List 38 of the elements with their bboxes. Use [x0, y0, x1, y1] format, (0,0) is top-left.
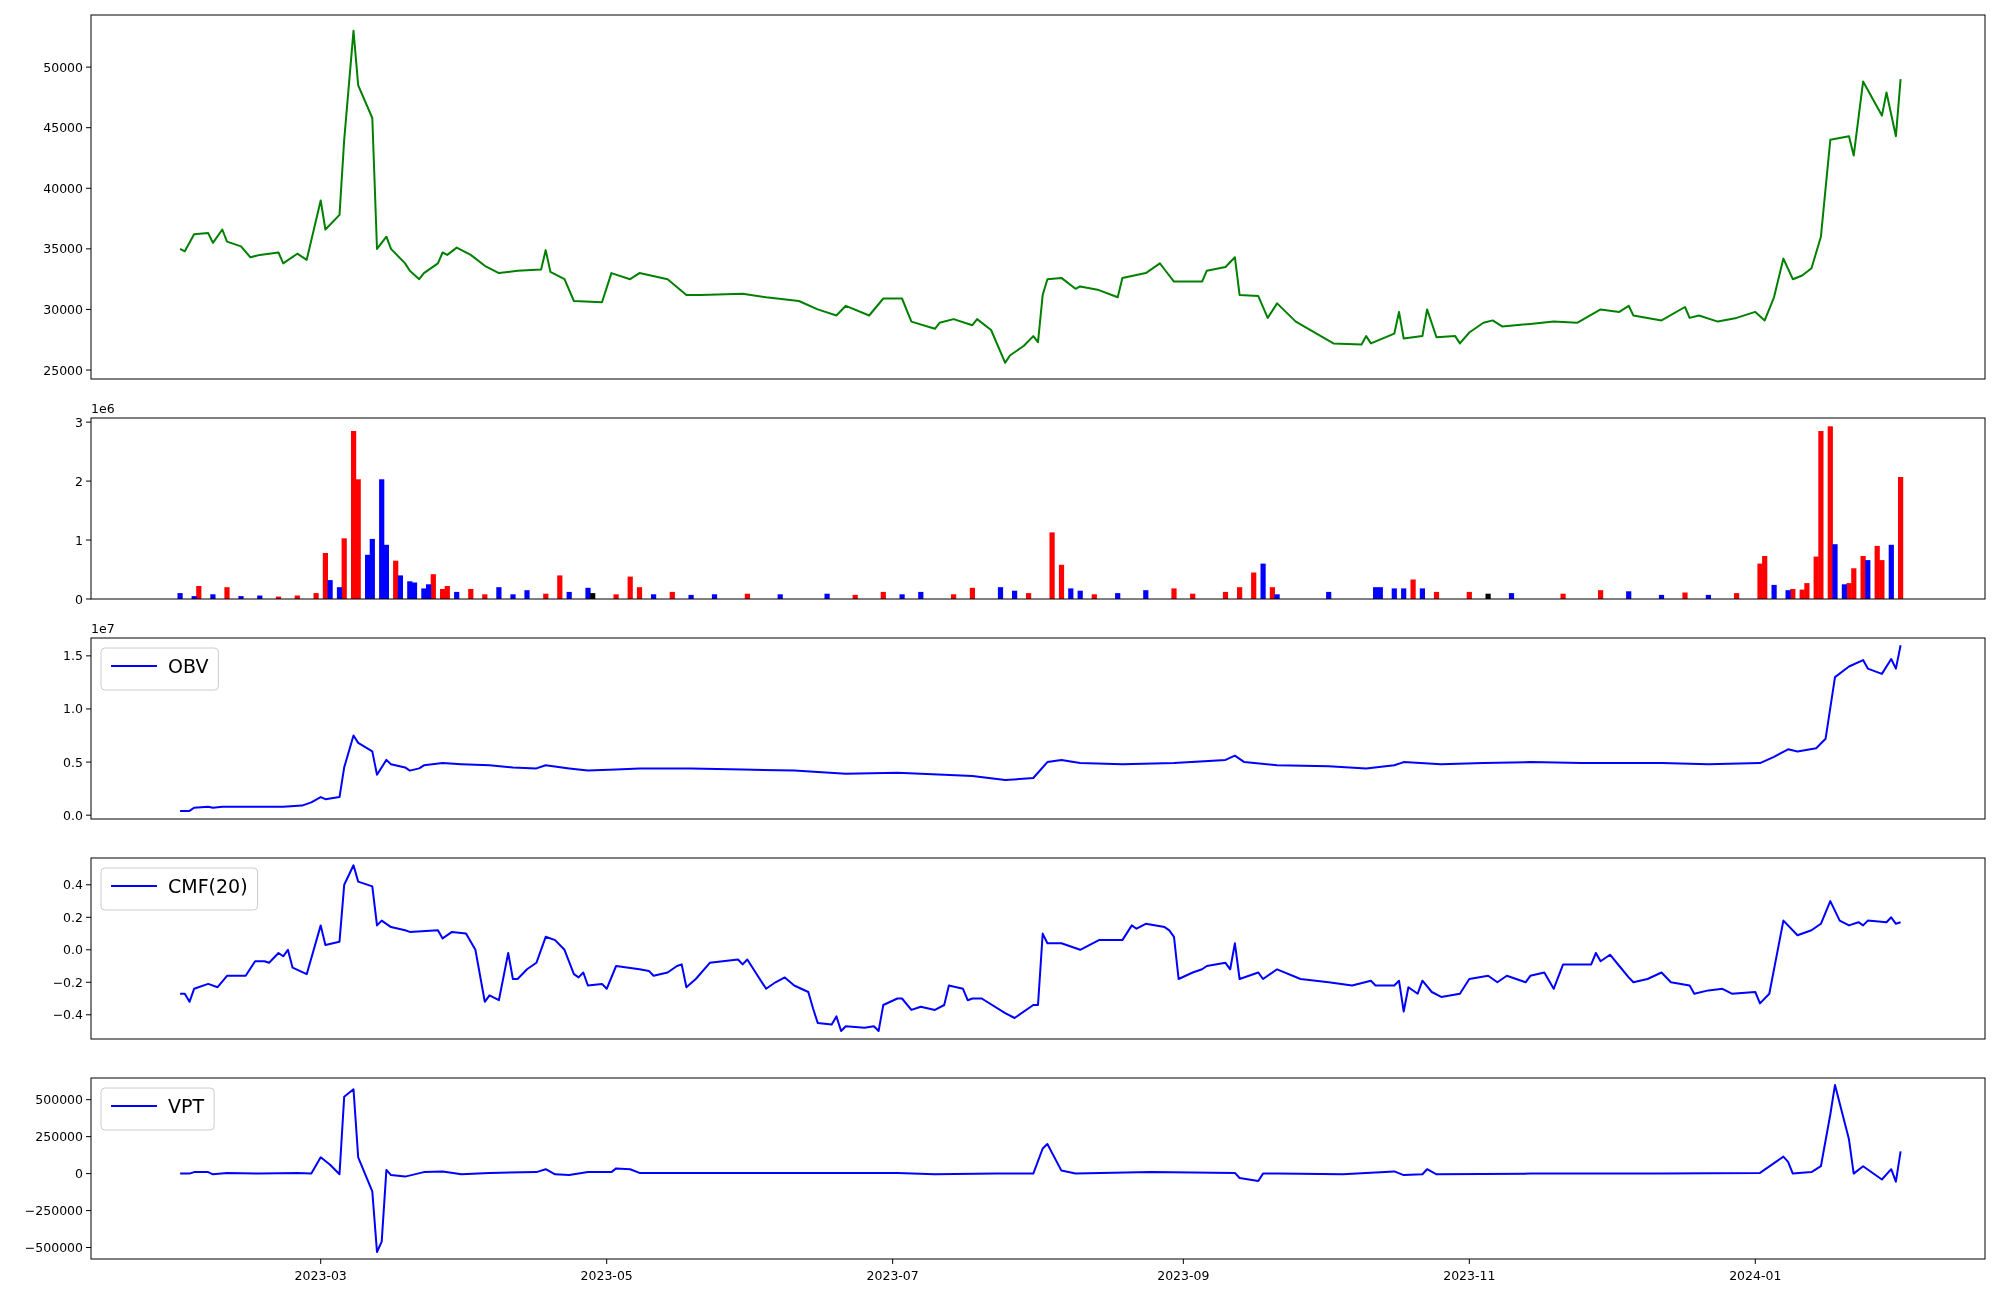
x-tick-label: 2023-03: [294, 1268, 347, 1283]
y-tick-label: 0.0: [63, 807, 83, 823]
y-tick-label: 50000: [43, 59, 83, 75]
y-tick-label: 2: [75, 473, 83, 489]
y-tick-label: −250000: [24, 1203, 83, 1219]
y-tick-label: 0.2: [63, 909, 83, 925]
axis-offset-label: 1e6: [91, 401, 115, 416]
y-tick-label: 0: [75, 1166, 83, 1182]
y-tick-label: 40000: [43, 180, 83, 196]
y-tick-label: 1: [75, 532, 83, 548]
y-tick-label: 3: [75, 414, 83, 430]
y-tick-label: 0: [75, 591, 83, 607]
legend-line-icon: [110, 1105, 158, 1107]
y-tick-label: −0.2: [52, 974, 83, 990]
y-tick-label: 1.5: [63, 648, 83, 664]
x-tick-label: 2023-07: [866, 1268, 919, 1283]
x-tick-label: 2023-05: [580, 1268, 633, 1283]
legend-line-icon: [110, 885, 158, 887]
y-tick-label: 25000: [43, 362, 83, 378]
y-tick-label: 45000: [43, 120, 83, 136]
axis-offset-label: 1e7: [91, 621, 115, 636]
x-tick-label: 2023-09: [1157, 1268, 1210, 1283]
y-tick-label: −0.4: [52, 1007, 83, 1023]
y-tick-label: 500000: [35, 1092, 83, 1108]
legend-label: OBV: [168, 655, 209, 677]
legend-label: CMF(20): [168, 875, 248, 897]
y-tick-label: 30000: [43, 301, 83, 317]
y-tick-label: 0.0: [63, 942, 83, 958]
y-tick-label: 0.4: [63, 877, 83, 893]
y-tick-label: 35000: [43, 241, 83, 257]
y-tick-label: 250000: [35, 1129, 83, 1145]
y-tick-label: 1.0: [63, 701, 83, 717]
x-tick-label: 2024-01: [1729, 1268, 1782, 1283]
y-tick-label: 0.5: [63, 754, 83, 770]
y-tick-label: −500000: [24, 1240, 83, 1256]
x-tick-label: 2023-11: [1443, 1268, 1496, 1283]
legend-line-icon: [110, 665, 158, 667]
legend-label: VPT: [168, 1095, 205, 1117]
